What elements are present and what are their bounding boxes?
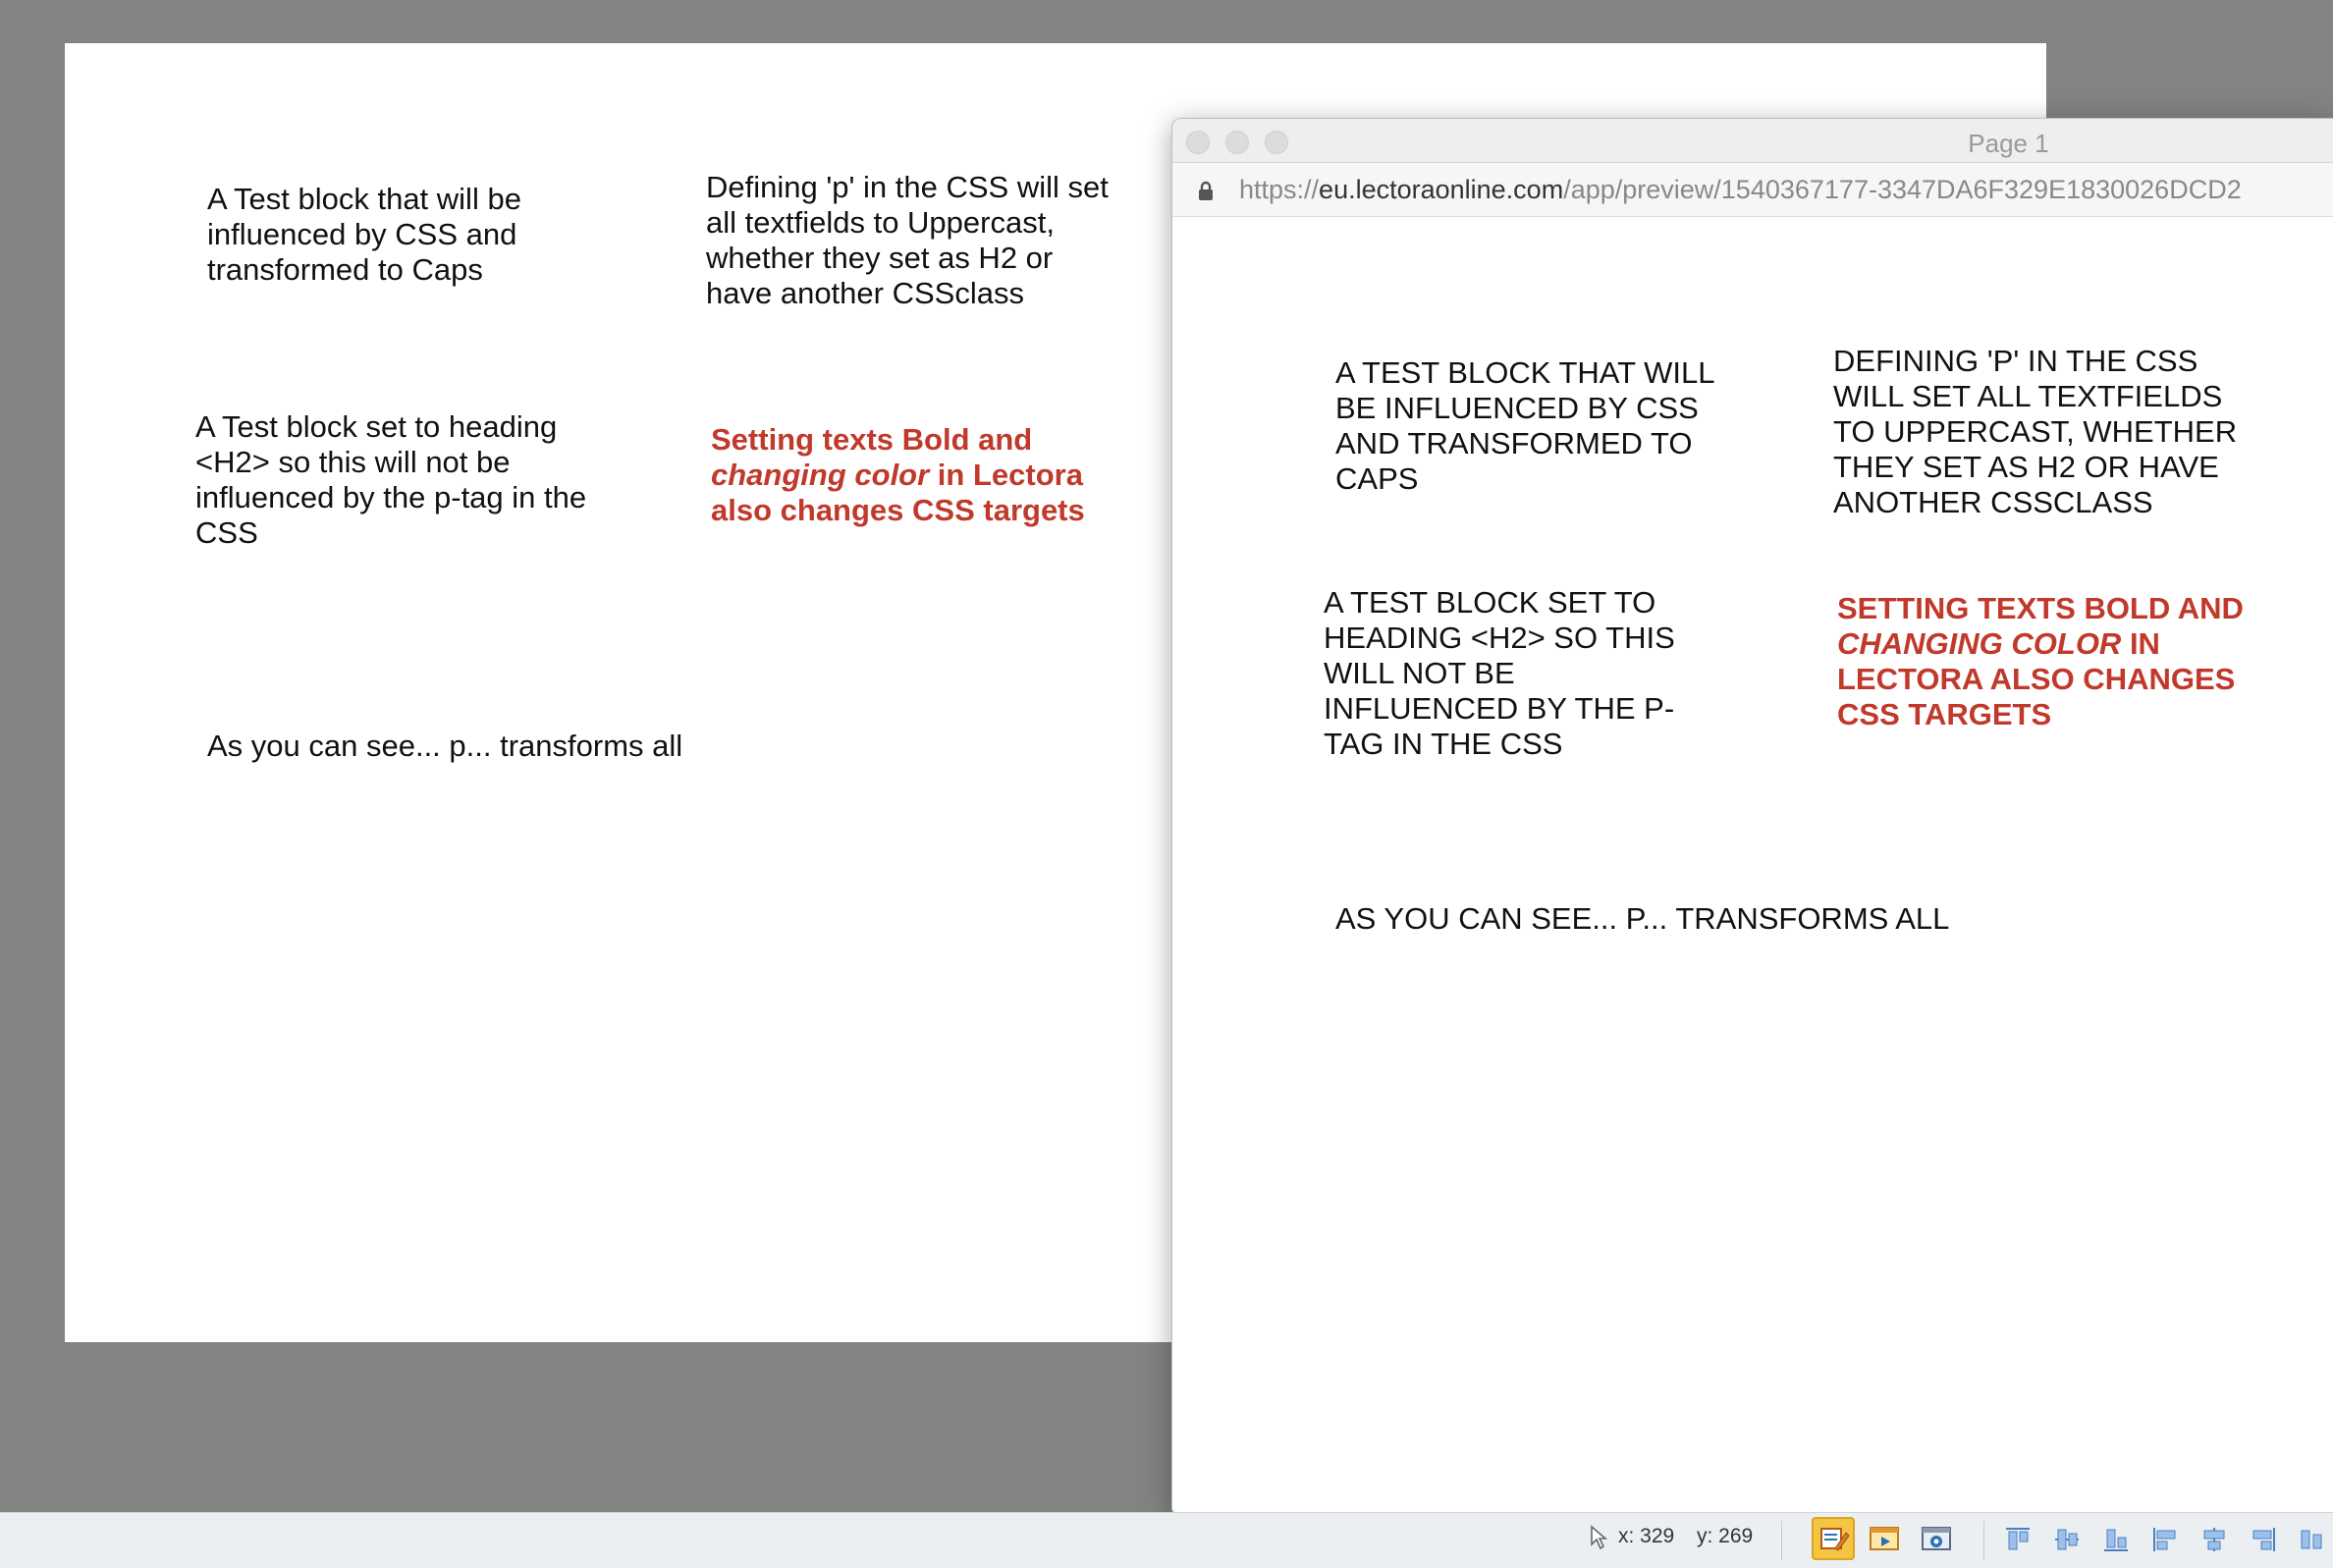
preview-text-heading-h2: A TEST BLOCK SET TO HEADING <H2> SO THIS… [1324,585,1675,761]
text-block-defining-p[interactable]: Defining 'p' in the CSS will set all tex… [706,170,1118,311]
edit-mode-button[interactable] [1812,1517,1855,1560]
align-left-icon[interactable] [2150,1525,2180,1554]
text-block-bold-color[interactable]: Setting texts Bold and changing color in… [711,422,1123,528]
text-bold-part: Setting texts Bold and [711,422,1033,457]
divider [1983,1521,1984,1560]
url-text[interactable]: https://eu.lectoraonline.com/app/preview… [1239,175,2242,205]
align-bottom-icon[interactable] [2101,1525,2131,1554]
preview-text-transforms-all: AS YOU CAN SEE... P... TRANSFORMS ALL [1335,901,1950,936]
preview-bold-part: SETTING TEXTS BOLD AND [1837,591,2244,625]
status-bar: x: 329 y: 269 [0,1512,2333,1568]
run-icon [1870,1527,1899,1550]
align-top-icon[interactable] [2003,1525,2033,1554]
window-titlebar[interactable]: Page 1 [1172,119,2333,163]
lock-icon [1199,181,1213,200]
text-block-transforms-all[interactable]: As you can see... p... transforms all [207,729,757,764]
window-title: Page 1 [1968,129,2049,158]
text-block-css-caps[interactable]: A Test block that will be influenced by … [207,182,561,288]
align-right-icon[interactable] [2249,1525,2278,1554]
preview-icon [1922,1527,1951,1550]
align-center-icon[interactable] [2199,1525,2229,1554]
cursor-y-readout: y: 269 [1697,1525,1754,1547]
url-scheme: https:// [1239,175,1320,204]
text-block-heading-h2[interactable]: A Test block set to heading <H2> so this… [195,409,588,551]
text-italic-part: changing color [711,458,930,492]
cursor-x-readout: x: 329 [1618,1525,1675,1547]
preview-italic-part: CHANGING COLOR [1837,626,2122,661]
distribute-icon[interactable] [2298,1525,2327,1554]
cursor-icon [1591,1525,1608,1550]
run-mode-button[interactable] [1865,1519,1904,1558]
url-host: eu.lectoraonline.com [1319,175,1564,204]
preview-window[interactable]: Page 1 https://eu.lectoraonline.com/app/… [1171,118,2333,1514]
align-middle-icon[interactable] [2052,1525,2082,1554]
edit-icon [1820,1528,1850,1551]
address-bar[interactable]: https://eu.lectoraonline.com/app/preview… [1172,163,2333,217]
preview-text-bold-color: SETTING TEXTS BOLD AND CHANGING COLOR IN… [1837,591,2250,732]
url-path: /app/preview/1540367177-3347DA6F329E1830… [1563,175,2242,204]
preview-text-css-caps: A TEST BLOCK THAT WILL BE INFLUENCED BY … [1335,355,1714,496]
preview-mode-button[interactable] [1917,1519,1956,1558]
preview-text-defining-p: DEFINING 'P' IN THE CSS WILL SET ALL TEX… [1833,344,2238,519]
preview-content: A TEST BLOCK THAT WILL BE INFLUENCED BY … [1172,217,2333,1513]
divider [1781,1521,1782,1560]
